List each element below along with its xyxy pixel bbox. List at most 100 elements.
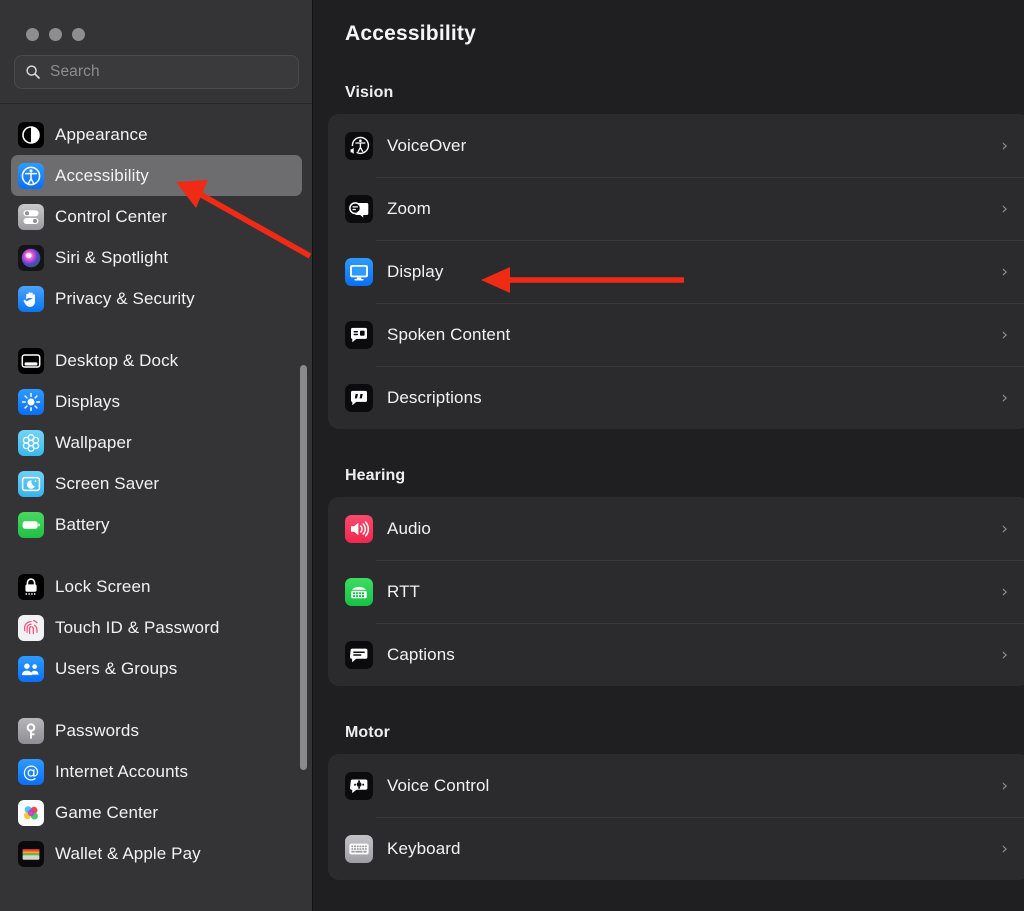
passwords-icon (18, 717, 44, 744)
users-groups-icon (18, 655, 44, 682)
rtt-icon (345, 577, 373, 606)
screen-saver-icon (18, 470, 44, 497)
minimize-button[interactable] (49, 28, 62, 41)
sidebar: Search Appearance Accessibility Control … (0, 0, 313, 911)
spoken-content-icon (345, 320, 373, 349)
vision-card: VoiceOver › Zoom › Display › Spoken Cont… (328, 114, 1024, 429)
sidebar-item-label: Desktop & Dock (55, 350, 179, 370)
audio-icon (345, 514, 373, 543)
chevron-right-icon: › (1001, 775, 1008, 796)
sidebar-item-siri-spotlight[interactable]: Siri & Spotlight (11, 237, 302, 278)
sidebar-item-control-center[interactable]: Control Center (11, 196, 302, 237)
search-input[interactable]: Search (14, 55, 299, 89)
search-container: Search (0, 41, 313, 89)
row-audio[interactable]: Audio › (328, 497, 1024, 560)
sidebar-item-touch-id[interactable]: Touch ID & Password (11, 607, 302, 648)
sidebar-item-wallpaper[interactable]: Wallpaper (11, 422, 302, 463)
chevron-right-icon: › (1001, 261, 1008, 282)
keyboard-icon (345, 834, 373, 863)
zoom-button[interactable] (72, 28, 85, 41)
sidebar-group-4: Passwords @ Internet Accounts Game Cente… (0, 706, 313, 878)
row-label: Display (387, 261, 444, 281)
sidebar-item-lock-screen[interactable]: Lock Screen (11, 566, 302, 607)
sidebar-item-internet-accounts[interactable]: @ Internet Accounts (11, 751, 302, 792)
row-voice-control[interactable]: Voice Control › (328, 754, 1024, 817)
row-label: Voice Control (387, 775, 490, 795)
sidebar-item-label: Battery (55, 514, 110, 534)
row-display[interactable]: Display › (328, 240, 1024, 303)
sidebar-scrollbar[interactable] (300, 365, 307, 770)
row-zoom[interactable]: Zoom › (328, 177, 1024, 240)
displays-icon (18, 388, 44, 415)
row-label: Spoken Content (387, 324, 511, 344)
row-keyboard[interactable]: Keyboard › (328, 817, 1024, 880)
sidebar-item-label: Siri & Spotlight (55, 247, 169, 267)
chevron-right-icon: › (1001, 518, 1008, 539)
row-spoken-content[interactable]: Spoken Content › (328, 303, 1024, 366)
wallet-apple-pay-icon (18, 840, 44, 867)
chevron-right-icon: › (1001, 581, 1008, 602)
sidebar-item-label: Accessibility (55, 165, 149, 185)
appearance-icon (18, 121, 44, 148)
row-rtt[interactable]: RTT › (328, 560, 1024, 623)
chevron-right-icon: › (1001, 644, 1008, 665)
sidebar-item-users-groups[interactable]: Users & Groups (11, 648, 302, 689)
group-divider (14, 329, 299, 330)
row-label: Zoom (387, 198, 431, 218)
zoom-icon (345, 194, 373, 223)
sidebar-item-appearance[interactable]: Appearance (11, 114, 302, 155)
hearing-card: Audio › RTT › Captions › (328, 497, 1024, 686)
motor-card: Voice Control › Keyboard › (328, 754, 1024, 880)
row-captions[interactable]: Captions › (328, 623, 1024, 686)
touch-id-icon (18, 614, 44, 641)
sidebar-item-label: Displays (55, 391, 121, 411)
section-heading-motor: Motor (345, 724, 390, 741)
sidebar-item-label: Screen Saver (55, 473, 160, 493)
sidebar-item-battery[interactable]: Battery (11, 504, 302, 545)
sidebar-item-label: Users & Groups (55, 658, 178, 678)
voice-control-icon (345, 771, 373, 800)
row-label: Keyboard (387, 838, 461, 858)
sidebar-group-3: Lock Screen Touch ID & Password Users & … (0, 562, 313, 693)
wallpaper-icon (18, 429, 44, 456)
chevron-right-icon: › (1001, 387, 1008, 408)
traffic-lights (0, 0, 313, 41)
close-button[interactable] (26, 28, 39, 41)
sidebar-group-2: Desktop & Dock Displays Wallpaper Screen… (0, 336, 313, 549)
section-heading-vision: Vision (345, 84, 394, 101)
row-label: VoiceOver (387, 135, 467, 155)
sidebar-item-privacy-security[interactable]: Privacy & Security (11, 278, 302, 319)
svg-text:@: @ (23, 762, 40, 781)
sidebar-item-displays[interactable]: Displays (11, 381, 302, 422)
desktop-dock-icon (18, 347, 44, 374)
row-label: Descriptions (387, 387, 482, 407)
sidebar-item-label: Wallet & Apple Pay (55, 843, 201, 863)
search-placeholder: Search (50, 63, 100, 80)
battery-icon (18, 511, 44, 538)
chevron-right-icon: › (1001, 198, 1008, 219)
sidebar-item-screen-saver[interactable]: Screen Saver (11, 463, 302, 504)
game-center-icon (18, 799, 44, 826)
sidebar-group-1: Appearance Accessibility Control Center … (0, 110, 313, 323)
chevron-right-icon: › (1001, 324, 1008, 345)
descriptions-icon (345, 383, 373, 412)
sidebar-item-wallet-apple-pay[interactable]: Wallet & Apple Pay (11, 833, 302, 874)
row-voiceover[interactable]: VoiceOver › (328, 114, 1024, 177)
sidebar-item-label: Internet Accounts (55, 761, 189, 781)
row-label: Captions (387, 644, 455, 664)
row-descriptions[interactable]: Descriptions › (328, 366, 1024, 429)
sidebar-item-label: Game Center (55, 802, 159, 822)
sidebar-item-desktop-dock[interactable]: Desktop & Dock (11, 340, 302, 381)
sidebar-item-game-center[interactable]: Game Center (11, 792, 302, 833)
sidebar-item-accessibility[interactable]: Accessibility (11, 155, 302, 196)
chevron-right-icon: › (1001, 838, 1008, 859)
sidebar-item-label: Wallpaper (55, 432, 132, 452)
sidebar-item-label: Lock Screen (55, 576, 151, 596)
sidebar-item-passwords[interactable]: Passwords (11, 710, 302, 751)
section-heading-hearing: Hearing (345, 467, 406, 484)
sidebar-item-label: Touch ID & Password (55, 617, 220, 637)
privacy-security-icon (18, 285, 44, 312)
captions-icon (345, 640, 373, 669)
sidebar-nav: Appearance Accessibility Control Center … (0, 104, 313, 878)
main-content: Accessibility Vision VoiceOver › Zoom › … (313, 0, 1024, 911)
